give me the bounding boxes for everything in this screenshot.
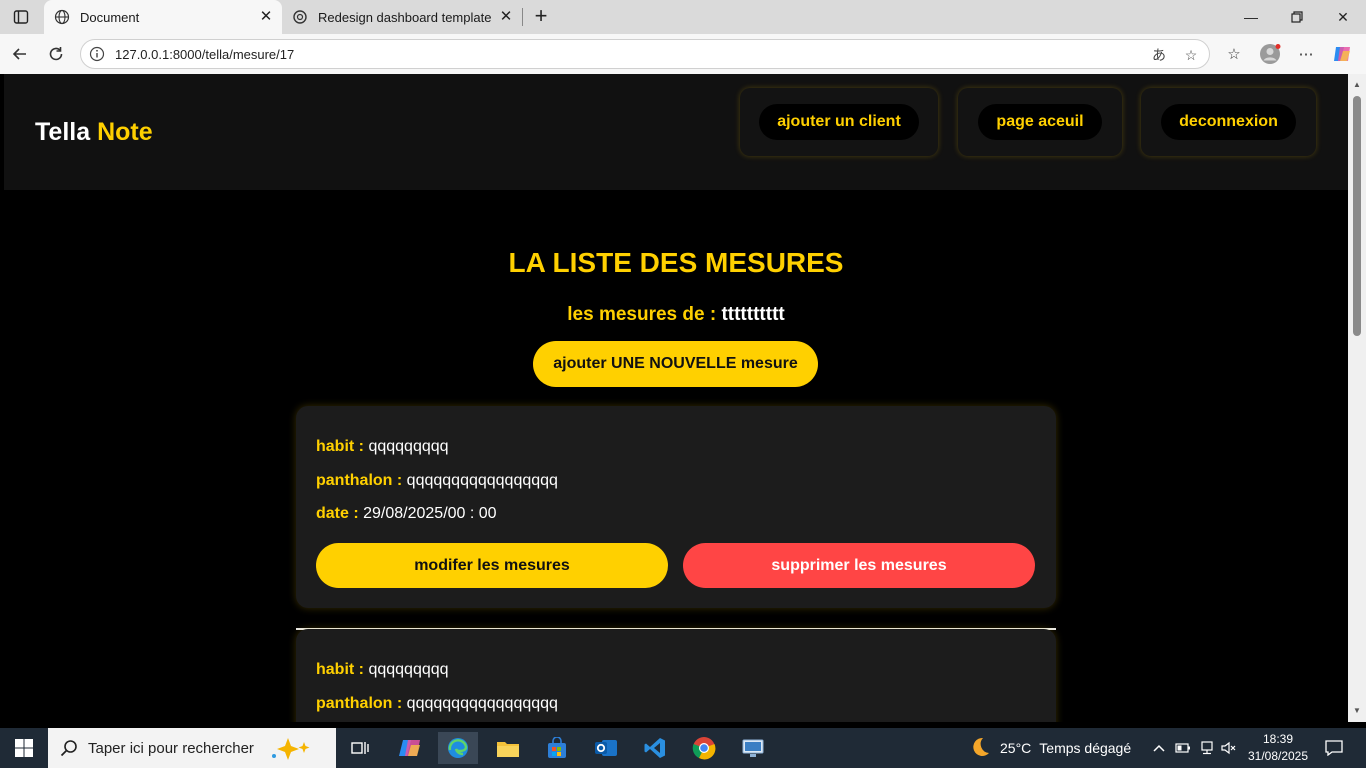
habit-value: qqqqqqqqq <box>368 438 449 455</box>
home-page-button[interactable]: page aceuil <box>978 104 1102 140</box>
site-info-icon[interactable] <box>89 46 105 62</box>
scroll-up-icon[interactable]: ▲ <box>1352 80 1362 90</box>
add-client-button[interactable]: ajouter un client <box>759 104 919 140</box>
edge-browser-icon[interactable] <box>438 732 478 764</box>
remote-desktop-icon[interactable] <box>733 732 773 764</box>
read-aloud-icon[interactable]: あ <box>1149 45 1169 65</box>
tab-document[interactable]: Document ✕ <box>44 0 282 34</box>
pantalon-label: panthalon : <box>316 472 403 489</box>
habit-label: habit : <box>316 438 364 455</box>
microsoft-store-icon[interactable] <box>537 732 577 764</box>
date-value: 29/08/2025/00 : 00 <box>363 505 497 522</box>
pantalon-label: panthalon : <box>316 695 403 712</box>
outlook-icon[interactable] <box>586 732 626 764</box>
show-hidden-icons-icon[interactable] <box>1152 728 1166 768</box>
habit-row: habit : qqqqqqqqq <box>316 438 449 456</box>
scroll-down-icon[interactable]: ▼ <box>1352 706 1362 716</box>
notifications-icon[interactable] <box>1322 728 1346 768</box>
back-icon[interactable] <box>8 42 32 66</box>
close-tab-icon[interactable]: ✕ <box>498 9 514 25</box>
moon-icon <box>968 735 992 762</box>
pantalon-value: qqqqqqqqqqqqqqqqq <box>406 695 558 712</box>
pantalon-row: panthalon : qqqqqqqqqqqqqqqqq <box>316 472 558 490</box>
client-subtitle: les mesures de : tttttttttt <box>4 304 1348 326</box>
nav-card-home: page aceuil <box>958 88 1122 156</box>
copilot-taskbar-icon[interactable] <box>390 732 430 764</box>
client-name: tttttttttt <box>721 304 785 325</box>
scroll-thumb[interactable] <box>1353 96 1361 336</box>
tab-title: Redesign dashboard template <box>318 9 492 25</box>
address-bar[interactable]: 127.0.0.1:8000/tella/mesure/17 あ ☆ <box>80 39 1210 69</box>
windows-start-icon[interactable] <box>0 728 48 768</box>
pantalon-row: panthalon : qqqqqqqqqqqqqqqqq <box>316 695 558 713</box>
minimize-icon[interactable]: — <box>1228 0 1274 34</box>
weather-description: Temps dégagé <box>1039 740 1132 756</box>
browser-toolbar: 127.0.0.1:8000/tella/mesure/17 あ ☆ ☆ ⋯ <box>0 34 1366 74</box>
site-header: Tella Note ajouter un client page aceuil… <box>4 74 1348 190</box>
habit-value: qqqqqqqqq <box>368 661 449 678</box>
copilot-icon[interactable] <box>1330 42 1354 66</box>
profile-avatar-icon[interactable] <box>1258 42 1282 66</box>
clock-date: 31/08/2025 <box>1247 749 1309 763</box>
task-view-icon[interactable] <box>340 732 380 764</box>
subtitle-label: les mesures de : <box>567 304 717 325</box>
tab-title: Document <box>80 9 140 25</box>
browser-tab-bar: Document ✕ Redesign dashboard template ✕… <box>0 0 1366 34</box>
network-icon[interactable] <box>1198 728 1216 768</box>
close-window-icon[interactable]: ✕ <box>1320 0 1366 34</box>
date-label: date : <box>316 505 359 522</box>
habit-row: habit : qqqqqqqqq <box>316 661 449 679</box>
edit-measures-button[interactable]: modifer les mesures <box>316 543 668 588</box>
page-viewport: Tella Note ajouter un client page aceuil… <box>4 74 1348 722</box>
add-measure-button[interactable]: ajouter UNE NOUVELLE mesure <box>533 341 818 387</box>
tab-separator <box>522 8 523 26</box>
restore-icon[interactable] <box>1274 0 1320 34</box>
logout-button[interactable]: deconnexion <box>1161 104 1296 140</box>
taskbar-clock[interactable]: 18:39 31/08/2025 <box>1238 731 1318 765</box>
nav-card-add-client: ajouter un client <box>740 88 938 156</box>
windows-taskbar: Taper ici pour rechercher 25°C Temps dég… <box>0 728 1366 768</box>
habit-label: habit : <box>316 661 364 678</box>
site-logo[interactable]: Tella Note <box>35 118 153 147</box>
chrome-icon[interactable] <box>684 732 724 764</box>
sparkle-icon <box>266 736 314 767</box>
volume-muted-icon[interactable] <box>1220 728 1238 768</box>
weather-temp: 25°C <box>1000 740 1032 756</box>
favorite-star-icon[interactable]: ☆ <box>1181 45 1201 65</box>
logo-accent: Note <box>97 118 153 146</box>
vscode-icon[interactable] <box>635 732 675 764</box>
url-text[interactable]: 127.0.0.1:8000/tella/mesure/17 <box>115 47 294 62</box>
tab-actions-icon[interactable] <box>8 6 34 28</box>
page-scrollbar[interactable]: ▲ ▼ <box>1348 74 1366 722</box>
nav-card-logout: deconnexion <box>1141 88 1316 156</box>
pantalon-value: qqqqqqqqqqqqqqqqq <box>406 472 558 489</box>
taskbar-search-box[interactable]: Taper ici pour rechercher <box>48 728 336 768</box>
tab-redesign[interactable]: Redesign dashboard template ✕ <box>286 0 522 34</box>
openai-icon <box>292 9 308 25</box>
file-explorer-icon[interactable] <box>488 732 528 764</box>
search-icon <box>60 739 78 762</box>
logo-primary: Tella <box>35 118 91 146</box>
weather-widget[interactable]: 25°C Temps dégagé <box>968 728 1131 768</box>
new-tab-icon[interactable]: + <box>530 5 552 27</box>
clock-time: 18:39 <box>1262 732 1294 746</box>
delete-measures-button[interactable]: supprimer les mesures <box>683 543 1035 588</box>
measure-card: habit : qqqqqqqqq panthalon : qqqqqqqqqq… <box>296 406 1056 608</box>
refresh-icon[interactable] <box>44 42 68 66</box>
globe-icon <box>54 9 70 25</box>
close-tab-icon[interactable]: ✕ <box>258 9 274 25</box>
date-row: date : 29/08/2025/00 : 00 <box>316 505 497 523</box>
more-options-icon[interactable]: ⋯ <box>1294 42 1318 66</box>
favorites-icon[interactable]: ☆ <box>1222 42 1246 66</box>
battery-icon[interactable] <box>1174 728 1192 768</box>
measure-card: habit : qqqqqqqqq panthalon : qqqqqqqqqq… <box>296 629 1056 722</box>
page-title: LA LISTE DES MESURES <box>508 247 844 278</box>
search-placeholder: Taper ici pour rechercher <box>88 739 254 757</box>
